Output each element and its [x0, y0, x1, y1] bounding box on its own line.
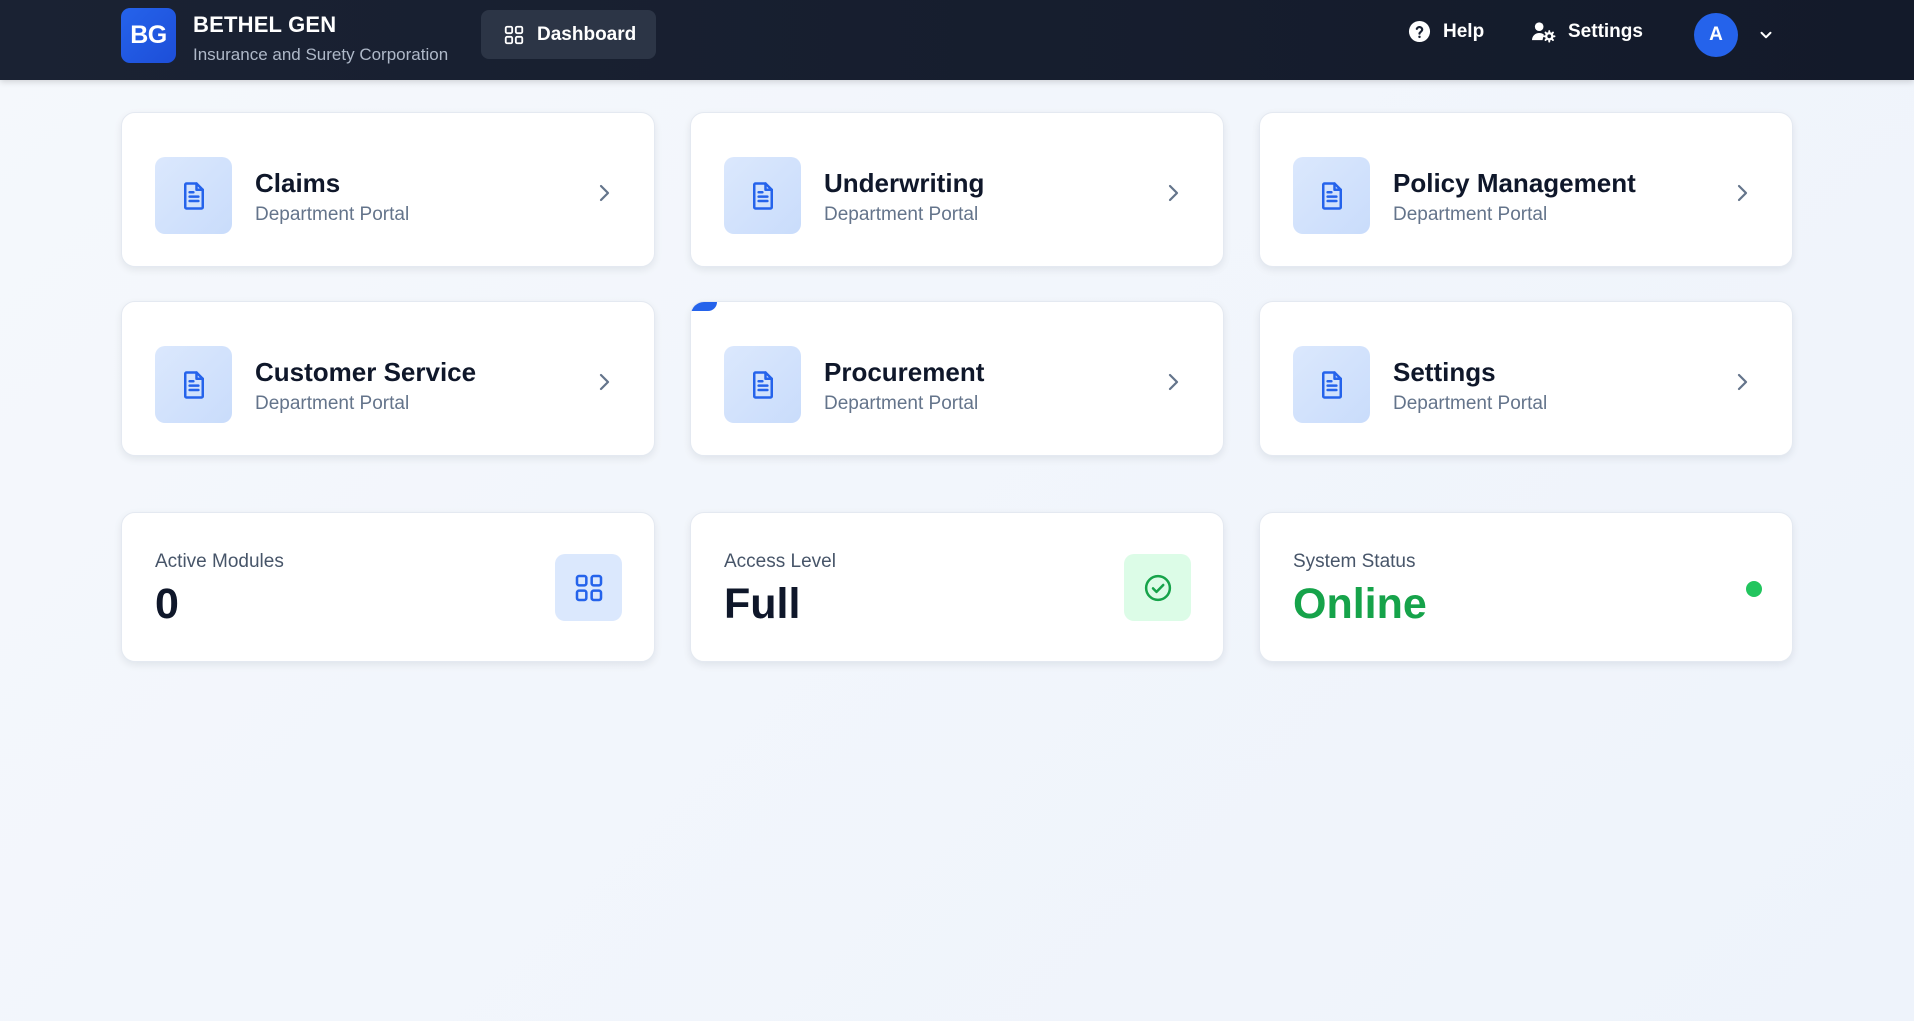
selection-corner-accent: [691, 302, 717, 311]
chevron-right-icon: [1737, 373, 1748, 391]
stat-card-system-status: System Status Online: [1259, 512, 1793, 662]
chevron-right-icon: [1168, 184, 1179, 202]
settings-label: Settings: [1568, 20, 1643, 42]
brand-logo[interactable]: BG: [121, 8, 176, 63]
module-title: Claims: [255, 168, 341, 198]
module-subtitle: Department Portal: [1393, 393, 1548, 414]
module-title: Settings: [1393, 357, 1496, 387]
user-gear-icon: [1532, 22, 1556, 43]
grid-icon: [504, 25, 524, 44]
module-card-policy-management[interactable]: Policy Management Department Portal: [1259, 112, 1793, 267]
chevron-right-icon: [1168, 373, 1179, 391]
module-subtitle: Department Portal: [1393, 204, 1548, 225]
stat-label: System Status: [1293, 551, 1416, 572]
chevron-right-icon: [1737, 184, 1748, 202]
top-navigation-bar: BG BETHEL GEN Insurance and Surety Corpo…: [0, 0, 1914, 80]
stat-card-active-modules: Active Modules 0: [121, 512, 655, 662]
grid-icon: [555, 554, 622, 621]
chevron-right-icon: [599, 373, 610, 391]
stat-value: 0: [155, 580, 179, 628]
module-title: Procurement: [824, 357, 985, 387]
help-label: Help: [1443, 20, 1485, 42]
module-card-settings[interactable]: Settings Department Portal: [1259, 301, 1793, 456]
stat-label: Active Modules: [155, 551, 284, 572]
nav-dashboard-button[interactable]: Dashboard: [481, 10, 656, 59]
chevron-down-icon[interactable]: [1757, 26, 1775, 44]
document-icon: [1293, 346, 1370, 423]
status-indicator-dot: [1746, 581, 1762, 597]
stat-value: Full: [724, 580, 801, 628]
module-card-underwriting[interactable]: Underwriting Department Portal: [690, 112, 1224, 267]
document-icon: [1293, 157, 1370, 234]
settings-link[interactable]: Settings: [1531, 20, 1643, 43]
document-icon: [155, 346, 232, 423]
document-icon: [724, 157, 801, 234]
module-card-procurement[interactable]: Procurement Department Portal: [690, 301, 1224, 456]
check-circle-icon: [1124, 554, 1191, 621]
module-subtitle: Department Portal: [824, 204, 979, 225]
module-card-customer-service[interactable]: Customer Service Department Portal: [121, 301, 655, 456]
brand-subtitle: Insurance and Surety Corporation: [193, 45, 449, 64]
module-title: Customer Service: [255, 357, 477, 387]
help-link[interactable]: Help: [1408, 20, 1484, 43]
module-subtitle: Department Portal: [255, 204, 410, 225]
module-title: Underwriting: [824, 168, 985, 198]
stat-value: Online: [1293, 580, 1427, 628]
module-subtitle: Department Portal: [824, 393, 979, 414]
stat-label: Access Level: [724, 551, 836, 572]
user-avatar[interactable]: A: [1694, 13, 1738, 57]
document-icon: [155, 157, 232, 234]
question-circle-icon: [1408, 20, 1431, 43]
module-subtitle: Department Portal: [255, 393, 410, 414]
stat-card-access-level: Access Level Full: [690, 512, 1224, 662]
chevron-right-icon: [599, 184, 610, 202]
module-card-claims[interactable]: Claims Department Portal: [121, 112, 655, 267]
brand-name: BETHEL GEN: [193, 12, 337, 37]
document-icon: [724, 346, 801, 423]
module-title: Policy Management: [1393, 168, 1636, 198]
nav-dashboard-label: Dashboard: [537, 23, 637, 45]
